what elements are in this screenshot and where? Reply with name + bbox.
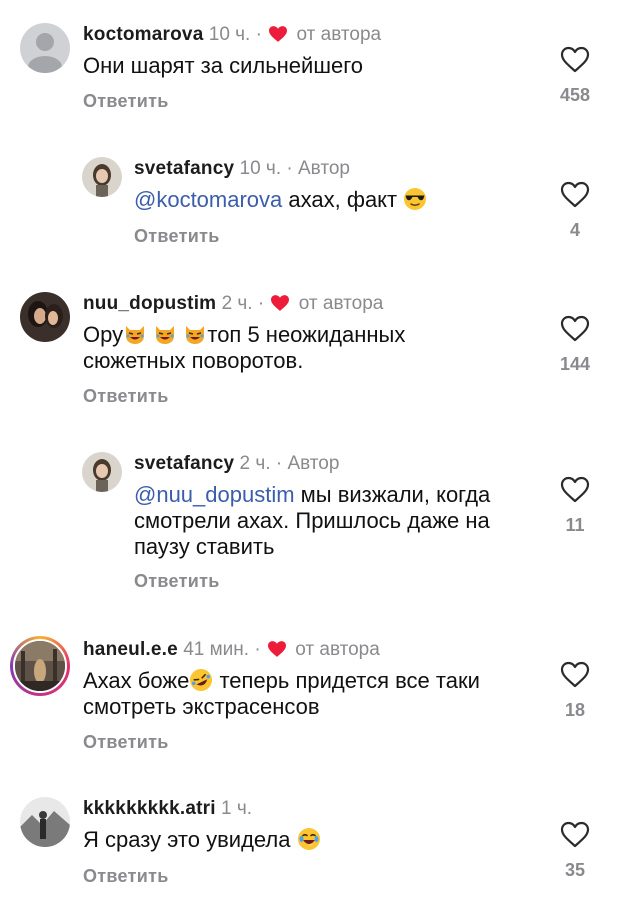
cat-laughing-emoji — [126, 326, 145, 344]
separator: · — [255, 24, 262, 45]
user-photo-avatar — [20, 797, 70, 847]
avatar[interactable] — [20, 797, 70, 847]
like-control[interactable]: 35 — [545, 821, 605, 881]
timestamp: 2 ч. — [221, 293, 253, 314]
comment-meta: svetafancy 10 ч. · Автор — [134, 157, 350, 181]
author-tag: Автор — [287, 453, 340, 474]
separator: · — [286, 158, 293, 179]
heart-outline-icon[interactable] — [560, 821, 590, 848]
like-count: 4 — [569, 220, 580, 240]
username[interactable]: svetafancy — [134, 158, 234, 179]
reply-button[interactable]: Ответить — [83, 866, 169, 887]
like-count: 18 — [564, 700, 586, 720]
comment-text: Я сразу это увидела — [83, 827, 321, 853]
username[interactable]: svetafancy — [134, 453, 234, 474]
like-control[interactable]: 18 — [545, 661, 605, 721]
reply-button[interactable]: Ответить — [83, 386, 169, 407]
timestamp: 1 ч. — [221, 798, 253, 819]
comment-meta: nuu_dopustim 2 ч. · от автора — [83, 292, 383, 316]
joy-emoji — [297, 828, 320, 850]
sunglasses-emoji — [404, 188, 427, 210]
username[interactable]: kkkkkkkkk.atri — [83, 798, 216, 819]
like-count: 35 — [564, 860, 586, 880]
like-control[interactable]: 144 — [545, 315, 605, 375]
comment-meta: koctomarova 10 ч. · от автора — [83, 23, 381, 47]
avatar[interactable] — [20, 23, 70, 73]
heart-outline-icon[interactable] — [560, 476, 590, 503]
timestamp: 2 ч. — [239, 453, 271, 474]
separator: · — [257, 293, 265, 314]
reply-button[interactable]: Ответить — [134, 571, 220, 592]
mention-link[interactable]: @koctomarova — [134, 187, 282, 212]
heart-outline-icon[interactable] — [560, 46, 590, 73]
cat-laughing-emoji — [186, 326, 205, 344]
author-liked-tag: от автора — [296, 24, 382, 45]
comment-meta: kkkkkkkkk.atri 1 ч. — [83, 797, 252, 821]
author-liked-tag: от автора — [295, 639, 380, 660]
cat-laughing-emoji — [156, 326, 175, 344]
reply-button[interactable]: Ответить — [134, 226, 220, 247]
author-liked-tag: от автора — [298, 293, 384, 314]
avatar[interactable] — [82, 157, 122, 197]
comments-list: koctomarova 10 ч. · от автора Они шарят … — [0, 0, 620, 921]
heart-filled-icon — [267, 641, 286, 657]
heart-filled-icon — [271, 295, 290, 311]
separator: · — [275, 453, 283, 474]
reply-button[interactable]: Ответить — [83, 91, 169, 112]
author-tag: Автор — [298, 158, 350, 179]
heart-outline-icon[interactable] — [560, 315, 590, 342]
avatar[interactable] — [82, 452, 122, 492]
comment-text: Они шарят за сильнейшего — [83, 53, 363, 78]
like-count: 458 — [559, 85, 591, 105]
default-avatar-icon — [20, 23, 70, 73]
comment-meta: svetafancy 2 ч. · Автор — [134, 452, 339, 476]
user-photo-avatar — [82, 157, 122, 197]
username[interactable]: nuu_dopustim — [83, 293, 216, 314]
comment-meta: haneul.e.e 41 мин. · от автора — [83, 638, 380, 662]
heart-outline-icon[interactable] — [560, 661, 590, 688]
separator: · — [254, 639, 261, 660]
rofl-emoji — [190, 669, 213, 691]
mention-link[interactable]: @nuu_dopustim — [134, 482, 295, 507]
like-control[interactable]: 4 — [545, 181, 605, 241]
user-photo-avatar — [15, 641, 65, 691]
comment-text: Ахах боже теперь придется все таки смотр… — [83, 668, 480, 720]
like-control[interactable]: 458 — [545, 46, 605, 106]
user-photo-avatar — [20, 292, 70, 342]
story-ring-avatar[interactable] — [10, 636, 70, 696]
like-count: 11 — [565, 515, 585, 535]
timestamp: 10 ч. — [239, 158, 282, 179]
comment-text: Ору топ 5 неожиданных сюжетных поворотов… — [83, 322, 406, 373]
comment-text: @nuu_dopustim мы визжали, когда смотрели… — [134, 482, 491, 559]
avatar[interactable] — [20, 292, 70, 342]
timestamp: 10 ч. — [208, 24, 251, 45]
like-count: 144 — [559, 354, 591, 374]
like-control[interactable]: 11 — [545, 476, 605, 536]
reply-button[interactable]: Ответить — [83, 732, 169, 753]
user-photo-avatar — [82, 452, 122, 492]
timestamp: 41 мин. — [183, 639, 250, 660]
heart-outline-icon[interactable] — [560, 181, 590, 208]
comment-text: @koctomarova ахах, факт — [134, 187, 427, 213]
username[interactable]: koctomarova — [83, 24, 203, 45]
username[interactable]: haneul.e.e — [83, 639, 178, 660]
heart-filled-icon — [269, 26, 288, 42]
